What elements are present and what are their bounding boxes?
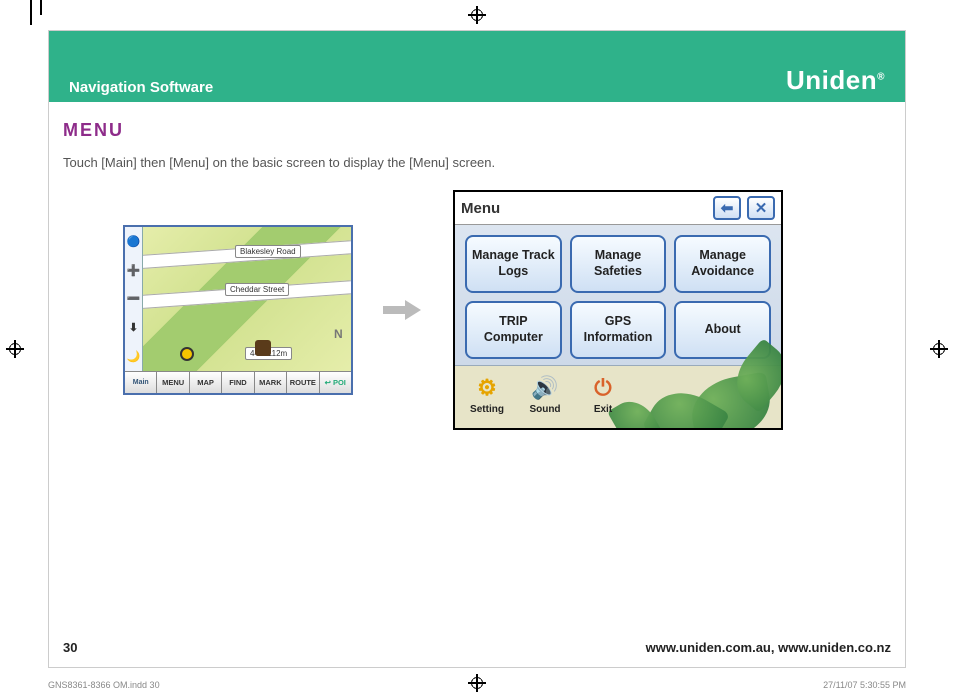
sound-button[interactable]: 🔊 Sound	[523, 374, 567, 415]
page-heading: MENU	[63, 120, 891, 141]
setting-label: Setting	[470, 404, 504, 415]
find-button[interactable]: FIND	[222, 372, 254, 393]
figure-row: Blakesley Road Cheddar Street 44m 112m N…	[63, 190, 891, 430]
menu-title-bar: Menu ⬅ ✕	[455, 192, 781, 225]
manage-safeties-button[interactable]: Manage Safeties	[570, 235, 667, 293]
section-title: Navigation Software	[69, 79, 213, 96]
trip-computer-button[interactable]: TRIP Computer	[465, 301, 562, 359]
exit-label: Exit	[594, 404, 612, 415]
gear-icon: ⚙	[473, 374, 501, 402]
track-icon[interactable]: 🔵	[127, 235, 141, 248]
map-sidebar: 🔵 ➕ ➖ ⬇ 🌙	[125, 227, 143, 371]
registration-mark	[6, 340, 24, 358]
arrow-right-icon	[383, 300, 423, 320]
menu-bottom-bar: ⚙ Setting 🔊 Sound ⏻ Exit	[455, 366, 781, 428]
close-button[interactable]: ✕	[747, 196, 775, 220]
gps-information-button[interactable]: GPS Information	[570, 301, 667, 359]
brand-logo: Uniden®	[786, 65, 885, 96]
route-button[interactable]: ROUTE	[287, 372, 319, 393]
mark-button[interactable]: MARK	[255, 372, 287, 393]
sound-label: Sound	[529, 404, 560, 415]
footer-urls: www.uniden.com.au, www.uniden.co.nz	[646, 640, 891, 655]
slug-file: GNS8361-8366 OM.indd 30	[48, 680, 160, 690]
marker-icon	[180, 347, 194, 361]
vehicle-icon	[255, 340, 271, 356]
crop-mark	[40, 0, 42, 15]
manage-track-logs-button[interactable]: Manage Track Logs	[465, 235, 562, 293]
content-area: MENU Touch [Main] then [Menu] on the bas…	[49, 102, 905, 440]
night-mode-icon[interactable]: 🌙	[127, 350, 141, 363]
page: Navigation Software Uniden® MENU Touch […	[48, 30, 906, 668]
page-number: 30	[63, 640, 77, 655]
menu-screenshot: Menu ⬅ ✕ Manage Track Logs Manage Safeti…	[453, 190, 783, 430]
menu-button[interactable]: MENU	[157, 372, 189, 393]
map-screenshot: Blakesley Road Cheddar Street 44m 112m N…	[123, 225, 353, 395]
map-toolbar: Main MENU MAP FIND MARK ROUTE ↩ POI	[125, 371, 351, 393]
down-arrow-icon[interactable]: ⬇	[129, 321, 138, 334]
power-icon: ⏻	[589, 374, 617, 402]
zoom-out-icon[interactable]: ➖	[127, 292, 141, 305]
page-footer: 30 www.uniden.com.au, www.uniden.co.nz	[63, 640, 891, 655]
road-label: Blakesley Road	[235, 245, 301, 258]
intro-text: Touch [Main] then [Menu] on the basic sc…	[63, 155, 891, 170]
menu-grid: Manage Track Logs Manage Safeties Manage…	[455, 225, 781, 366]
compass-icon: N	[334, 327, 346, 343]
menu-title: Menu	[461, 200, 707, 217]
zoom-in-icon[interactable]: ➕	[127, 264, 141, 277]
arrow-left-icon: ⬅	[721, 199, 734, 217]
back-button[interactable]: ⬅	[713, 196, 741, 220]
slug-timestamp: 27/11/07 5:30:55 PM	[823, 680, 906, 690]
print-slug: GNS8361-8366 OM.indd 30 27/11/07 5:30:55…	[48, 680, 906, 690]
registration-mark	[930, 340, 948, 358]
speaker-icon: 🔊	[531, 374, 559, 402]
crop-mark	[30, 0, 32, 25]
header-band: Navigation Software Uniden®	[49, 31, 905, 102]
road-label: Cheddar Street	[225, 283, 289, 296]
manage-avoidance-button[interactable]: Manage Avoidance	[674, 235, 771, 293]
main-button[interactable]: Main	[125, 372, 157, 393]
registration-mark	[468, 6, 486, 24]
setting-button[interactable]: ⚙ Setting	[465, 374, 509, 415]
exit-button[interactable]: ⏻ Exit	[581, 374, 625, 415]
close-icon: ✕	[755, 199, 768, 217]
map-button[interactable]: MAP	[190, 372, 222, 393]
poi-button[interactable]: ↩ POI	[320, 372, 351, 393]
